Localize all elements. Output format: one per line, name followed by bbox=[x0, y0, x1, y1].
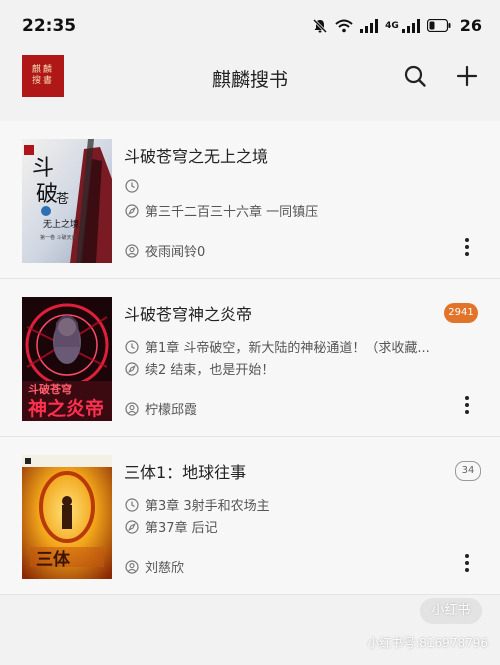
last-read-chapter: 第三千二百三十六章 一同镇压 bbox=[125, 201, 318, 220]
svg-text:斗破苍穹: 斗破苍穹 bbox=[28, 382, 72, 396]
book-row[interactable]: 三体 三体1：地球往事 34 第3章 3射手和农场主 第37章 后记 刘慈欣 bbox=[0, 437, 500, 595]
book-author: 刘慈欣 bbox=[125, 557, 184, 576]
more-options-icon[interactable] bbox=[461, 552, 473, 574]
compass-icon bbox=[125, 361, 139, 376]
svg-text:破: 破 bbox=[36, 182, 58, 207]
status-bar: 22:35 4G 26 bbox=[0, 0, 500, 52]
more-options-icon[interactable] bbox=[461, 236, 473, 258]
compass-icon bbox=[125, 519, 139, 534]
svg-text:斗: 斗 bbox=[32, 156, 54, 181]
app-bar: 麒麟搜書 麒麟搜书 bbox=[0, 52, 500, 102]
author-text: 刘慈欣 bbox=[145, 561, 185, 576]
search-icon[interactable] bbox=[403, 64, 427, 88]
last-read-text: 第三千二百三十六章 一同镇压 bbox=[145, 205, 319, 220]
book-cover[interactable]: 三体 bbox=[22, 455, 112, 579]
plus-icon[interactable] bbox=[455, 64, 479, 88]
latest-chapter-text: 第1章 斗帝破空，新大陆的神秘通道！（求收藏... bbox=[145, 341, 430, 356]
compass-icon bbox=[125, 203, 139, 218]
svg-text:三体: 三体 bbox=[36, 549, 71, 570]
user-icon bbox=[125, 401, 139, 416]
network-type-label: 4G bbox=[385, 20, 399, 31]
clock-icon bbox=[125, 339, 139, 354]
book-author: 夜雨闻铃0 bbox=[125, 241, 205, 260]
unread-count-badge: 34 bbox=[455, 461, 481, 481]
author-text: 柠檬邱霞 bbox=[145, 403, 198, 418]
book-cover[interactable]: 斗 破 苍 无上之境 第一卷 斗破天成 bbox=[22, 139, 112, 263]
book-row[interactable]: 斗破苍穹 神之炎帝 斗破苍穹神之炎帝 2941 第1章 斗帝破空，新大陆的神秘通… bbox=[0, 279, 500, 437]
book-title: 三体1：地球往事 bbox=[124, 463, 247, 482]
svg-text:第一卷 斗破天成: 第一卷 斗破天成 bbox=[40, 234, 77, 241]
clock-icon bbox=[125, 497, 139, 512]
latest-chapter: 第1章 斗帝破空，新大陆的神秘通道！（求收藏... bbox=[125, 337, 430, 356]
battery-level: 26 bbox=[459, 16, 482, 35]
last-read-chapter: 第37章 后记 bbox=[125, 517, 218, 536]
user-icon bbox=[125, 243, 139, 258]
signal-icon bbox=[360, 18, 379, 33]
page-title-text: 麒麟搜书 bbox=[211, 69, 288, 91]
battery-icon bbox=[426, 19, 451, 32]
book-title: 斗破苍穹神之炎帝 bbox=[124, 305, 253, 324]
status-icons: 4G 26 bbox=[312, 16, 482, 35]
last-read-chapter: 续2 结束，也是开始！ bbox=[125, 359, 274, 378]
mute-icon bbox=[313, 18, 328, 33]
more-options-icon[interactable] bbox=[461, 394, 473, 416]
book-author: 柠檬邱霞 bbox=[125, 399, 197, 418]
user-icon bbox=[125, 559, 139, 574]
svg-text:神之炎帝: 神之炎帝 bbox=[28, 397, 104, 420]
svg-text:无上之境: 无上之境 bbox=[43, 218, 79, 230]
last-read-text: 第37章 后记 bbox=[145, 521, 218, 536]
signal-icon-2 bbox=[401, 18, 420, 33]
latest-chapter: 第3章 3射手和农场主 bbox=[125, 495, 270, 514]
unread-count-badge: 2941 bbox=[444, 303, 478, 323]
latest-chapter-text: 第3章 3射手和农场主 bbox=[145, 499, 270, 514]
author-text: 夜雨闻铃0 bbox=[145, 245, 206, 260]
svg-text:苍: 苍 bbox=[56, 192, 69, 207]
watermark-logo: 小红书 bbox=[420, 598, 482, 624]
latest-chapter bbox=[125, 179, 145, 193]
last-read-text: 续2 结束，也是开始！ bbox=[145, 363, 275, 378]
clock-icon bbox=[125, 179, 139, 193]
status-time: 22:35 bbox=[22, 16, 77, 36]
bookshelf-list: 斗 破 苍 无上之境 第一卷 斗破天成 斗破苍穹之无上之境 第三千二百三十六章 … bbox=[0, 121, 500, 595]
wifi-icon bbox=[335, 19, 353, 32]
book-cover[interactable]: 斗破苍穹 神之炎帝 bbox=[22, 297, 112, 421]
book-title: 斗破苍穹之无上之境 bbox=[124, 147, 269, 166]
book-row[interactable]: 斗 破 苍 无上之境 第一卷 斗破天成 斗破苍穹之无上之境 第三千二百三十六章 … bbox=[0, 121, 500, 279]
watermark-id: 小红书号:816978796 bbox=[367, 636, 488, 650]
